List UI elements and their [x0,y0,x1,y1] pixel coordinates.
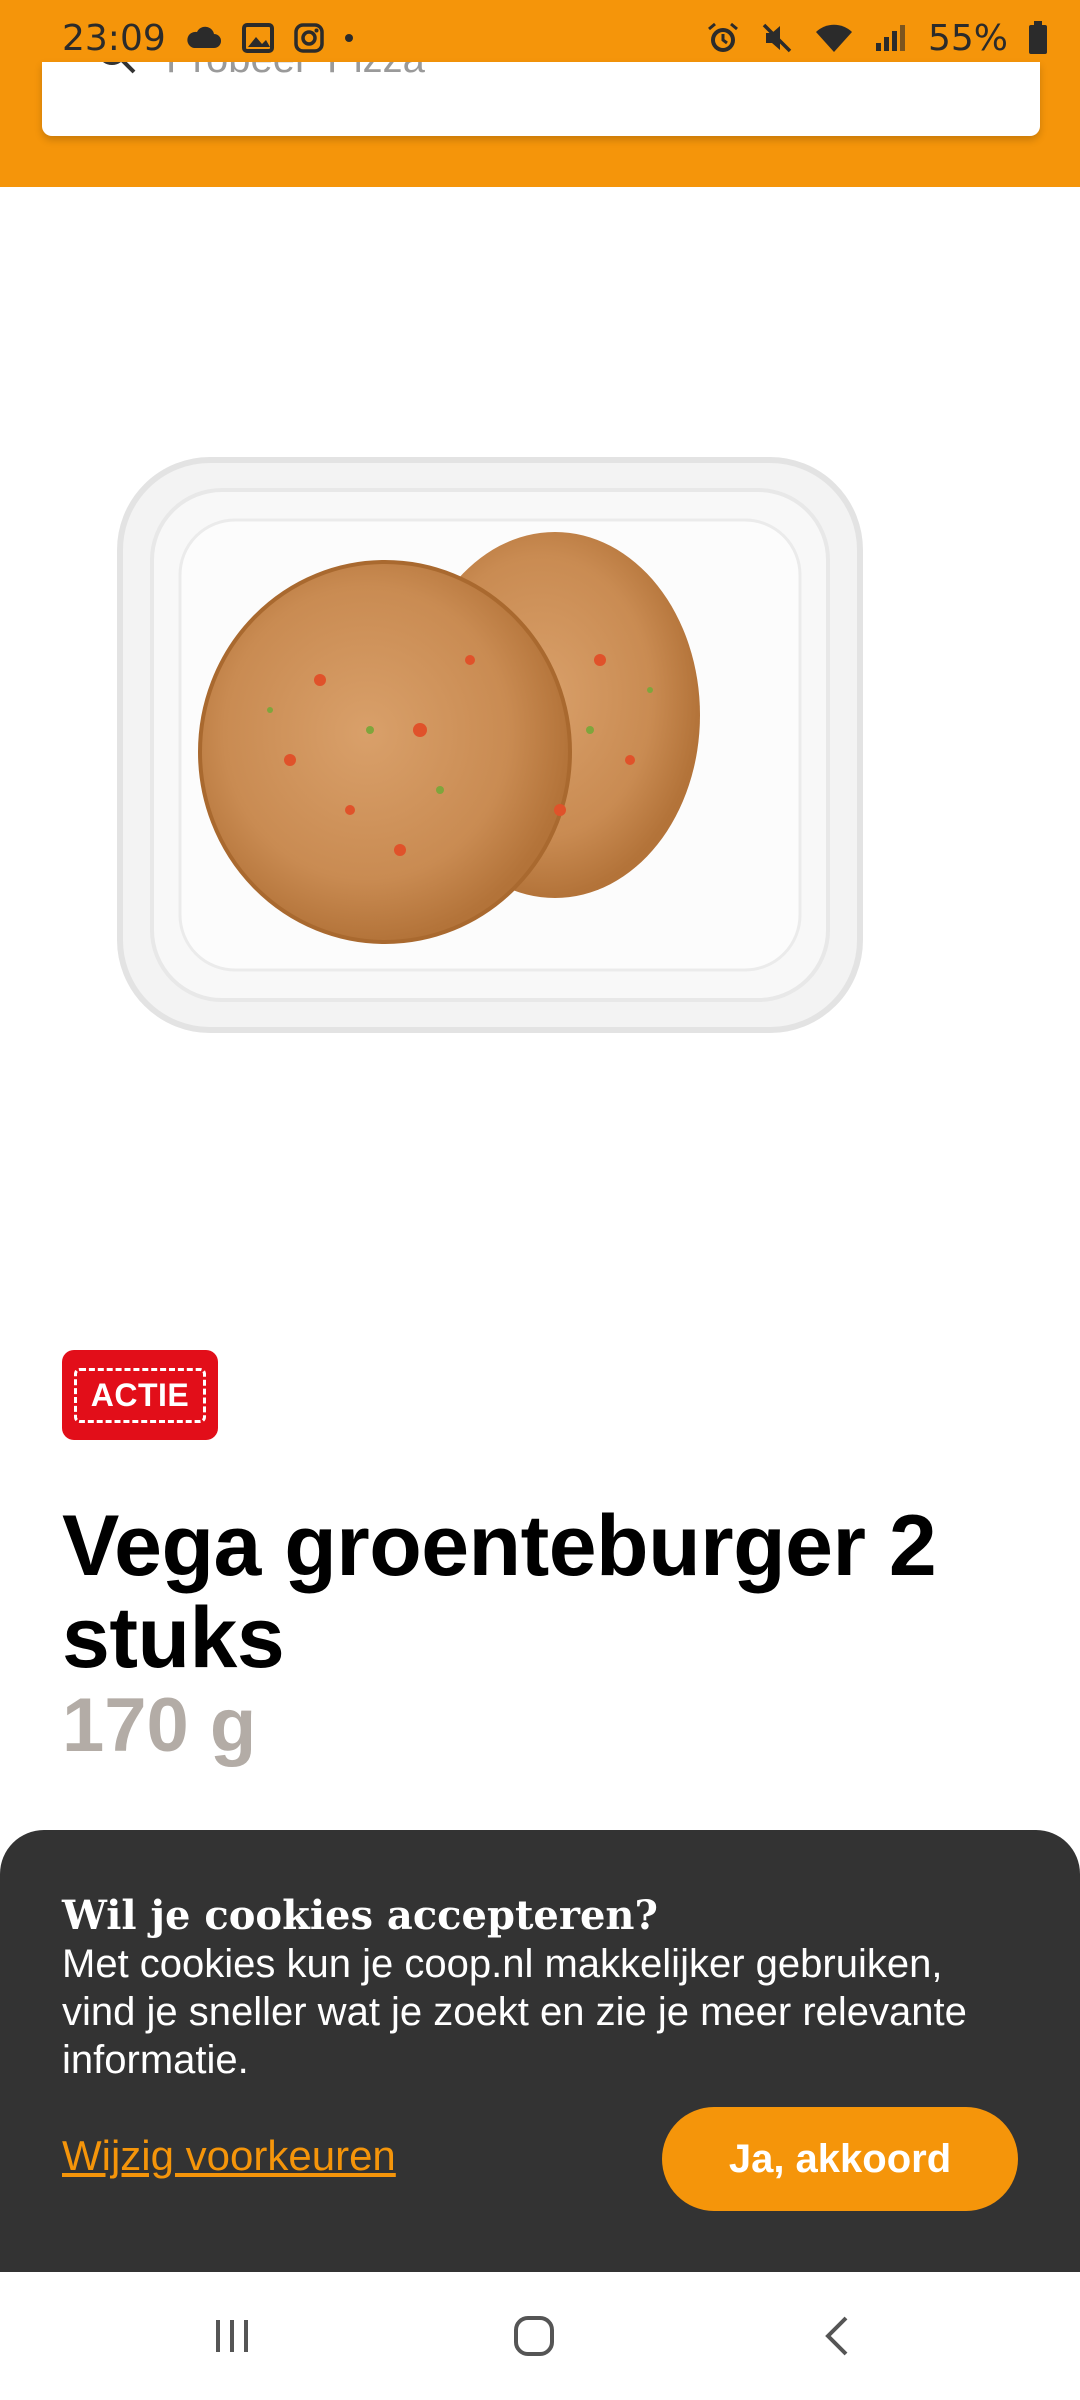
actie-badge: ACTIE [62,1350,218,1440]
search-input[interactable]: Probeer 'Pizza' [42,62,1040,136]
product-title: Vega groenteburger 2 stuks [62,1498,937,1686]
accept-cookies-button[interactable]: Ja, akkoord [662,2107,1018,2211]
battery-percentage: 55% [927,17,1008,59]
product-weight: 170 g [62,1683,257,1768]
signal-icon [874,23,908,53]
change-preferences-link[interactable]: Wijzig voorkeuren [62,2132,396,2180]
clock: 23:09 [62,17,166,59]
actie-badge-label: ACTIE [73,1367,207,1423]
search-icon [94,62,138,86]
wifi-icon [814,22,854,54]
dot-icon [344,33,354,43]
app-header: 23:09 55% [0,0,1080,187]
alarm-icon [706,21,740,55]
system-nav-bar [0,2272,1080,2400]
cookie-banner: Wil je cookies accepteren? Met cookies k… [0,1830,1080,2272]
cookie-title: Wil je cookies accepteren? [62,1892,658,1939]
battery-icon [1028,21,1048,55]
gallery-icon [241,23,274,53]
home-icon[interactable] [504,2306,564,2366]
cloud-icon [186,26,222,50]
search-placeholder: Probeer 'Pizza' [166,62,433,82]
instagram-icon [294,23,324,53]
recent-apps-icon[interactable] [202,2306,262,2366]
back-icon[interactable] [808,2306,868,2366]
product-image [90,430,890,1050]
mute-icon [760,21,794,55]
cookie-description: Met cookies kun je coop.nl makkelijker g… [62,1942,967,2082]
